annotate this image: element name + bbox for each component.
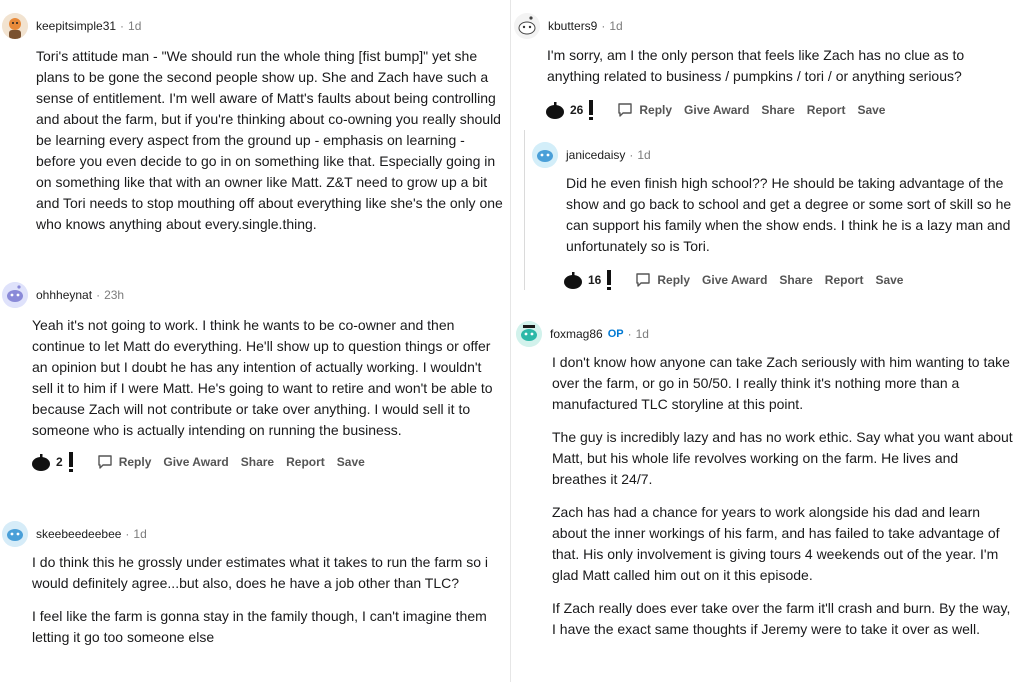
reply-button[interactable]: Reply (635, 272, 690, 288)
comment-header: foxmag86 OP · 1d (516, 321, 1024, 347)
user-avatar[interactable] (2, 13, 28, 39)
reply-icon (618, 103, 633, 117)
comment-paragraph: Did he even finish high school?? He shou… (566, 175, 1012, 254)
save-button[interactable]: Save (337, 455, 365, 469)
username[interactable]: kbutters9 (548, 19, 597, 33)
comment-paragraph: I do think this he grossly under estimat… (32, 554, 488, 591)
snoo-avatar-icon (516, 321, 542, 347)
downvote-icon[interactable] (605, 270, 613, 290)
separator-dot: · (601, 19, 606, 33)
comment-actions: 2 Reply Give Award Share Report Save (30, 451, 512, 473)
username[interactable]: foxmag86 (550, 327, 603, 341)
reply-icon (97, 455, 112, 469)
comment-body: Did he even finish high school?? He shou… (566, 173, 1016, 257)
vote-score: 16 (588, 273, 602, 287)
comment-paragraph: I feel like the farm is gonna stay in th… (32, 608, 487, 645)
give-award-button[interactable]: Give Award (163, 455, 228, 469)
give-award-button[interactable]: Give Award (684, 103, 749, 117)
comment-kbutters9: kbutters9 · 1d I'm sorry, am I the only … (512, 13, 1024, 121)
comment-actions: 16 Reply Give Award Share Report Save (562, 269, 1024, 291)
separator-dot: · (96, 288, 101, 302)
reply-icon (636, 273, 651, 287)
report-button[interactable]: Report (825, 273, 864, 287)
reply-label: Reply (657, 273, 691, 287)
username[interactable]: keepitsimple31 (36, 19, 116, 33)
snoo-avatar-icon (2, 282, 28, 308)
report-button[interactable]: Report (286, 455, 325, 469)
comment-paragraph: Zach has had a chance for years to work … (552, 504, 1000, 583)
comment-body: I'm sorry, am I the only person that fee… (547, 45, 1007, 87)
comment-header: kbutters9 · 1d (512, 13, 1024, 39)
comment-actions: 26 Reply Give Award Share Report Save (544, 99, 1024, 121)
snoo-avatar-icon (514, 13, 540, 39)
comment-ohhheynat: ohhheynat · 23h Yeah it's not going to w… (0, 282, 512, 473)
user-avatar[interactable] (514, 13, 540, 39)
thread-line[interactable] (524, 130, 525, 290)
username[interactable]: ohhheynat (36, 288, 92, 302)
comment-header: keepitsimple31 · 1d (0, 13, 512, 39)
comment-skeebeedeebee: skeebeedeebee · 1d I do think this he gr… (0, 521, 512, 648)
share-button[interactable]: Share (761, 103, 794, 117)
pumpkin-upvote-icon[interactable] (562, 270, 584, 290)
separator-dot: · (629, 148, 634, 162)
vote-score: 26 (570, 103, 584, 117)
reply-button[interactable]: Reply (617, 102, 672, 118)
username[interactable]: janicedaisy (566, 148, 625, 162)
pumpkin-upvote-icon[interactable] (30, 452, 52, 472)
pumpkin-upvote-icon[interactable] (544, 100, 566, 120)
comment-paragraph: Yeah it's not going to work. I think he … (32, 317, 493, 438)
comment-body: Tori's attitude man - "We should run the… (36, 46, 506, 235)
comment-age: 1d (635, 327, 649, 341)
comment-paragraph: I don't know how anyone can take Zach se… (552, 354, 1010, 412)
comment-paragraph: If Zach really does ever take over the f… (552, 600, 1011, 637)
snoo-avatar-icon (2, 521, 28, 547)
username[interactable]: skeebeedeebee (36, 527, 121, 541)
save-button[interactable]: Save (875, 273, 903, 287)
user-avatar[interactable] (516, 321, 542, 347)
share-button[interactable]: Share (779, 273, 812, 287)
share-button[interactable]: Share (241, 455, 274, 469)
comment-header: skeebeedeebee · 1d (0, 521, 512, 547)
separator-dot: · (120, 19, 125, 33)
comment-age: 1d (609, 19, 623, 33)
comment-foxmag86: foxmag86 OP · 1d I don't know how anyone… (516, 321, 1024, 640)
comment-paragraph: The guy is incredibly lazy and has no wo… (552, 429, 1013, 487)
downvote-icon[interactable] (67, 452, 75, 472)
downvote-icon[interactable] (587, 100, 595, 120)
comment-body: I don't know how anyone can take Zach se… (552, 352, 1016, 640)
avatar-icon (2, 13, 28, 39)
comment-keepitsimple31: keepitsimple31 · 1d Tori's attitude man … (0, 13, 512, 235)
comment-paragraph: Tori's attitude man - "We should run the… (36, 48, 503, 232)
op-badge: OP (607, 328, 624, 340)
comment-body: Yeah it's not going to work. I think he … (32, 315, 504, 441)
save-button[interactable]: Save (857, 103, 885, 117)
comment-age: 1d (637, 148, 651, 162)
user-avatar[interactable] (2, 282, 28, 308)
comment-age: 23h (104, 288, 125, 302)
give-award-button[interactable]: Give Award (702, 273, 767, 287)
reply-label: Reply (639, 103, 673, 117)
reply-label: Reply (118, 455, 152, 469)
comment-janicedaisy: janicedaisy · 1d Did he even finish high… (532, 142, 1024, 291)
user-avatar[interactable] (2, 521, 28, 547)
user-avatar[interactable] (532, 142, 558, 168)
comment-age: 1d (133, 527, 147, 541)
snoo-avatar-icon (532, 142, 558, 168)
vote-score: 2 (56, 455, 63, 469)
comment-body: I do think this he grossly under estimat… (32, 552, 502, 648)
separator-dot: · (627, 327, 632, 341)
report-button[interactable]: Report (807, 103, 846, 117)
separator-dot: · (125, 527, 130, 541)
comment-paragraph: I'm sorry, am I the only person that fee… (547, 47, 965, 84)
comment-header: janicedaisy · 1d (532, 142, 1024, 168)
reply-button[interactable]: Reply (97, 454, 152, 470)
comment-header: ohhheynat · 23h (0, 282, 512, 308)
comment-age: 1d (128, 19, 142, 33)
